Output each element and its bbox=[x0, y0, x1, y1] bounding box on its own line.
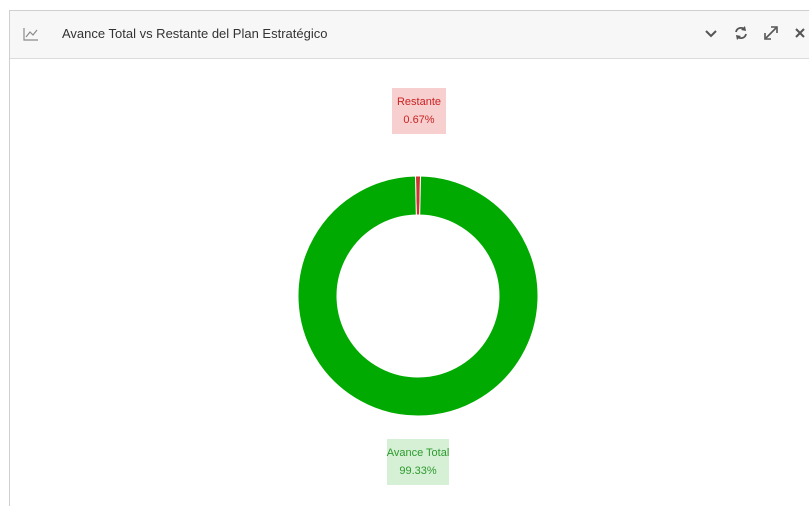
refresh-icon bbox=[735, 26, 747, 40]
line-chart-icon bbox=[23, 28, 38, 41]
donut-chart: Restante 0.67% Avance Total 99.33% bbox=[297, 88, 539, 485]
close-icon bbox=[795, 28, 805, 38]
close-button[interactable] bbox=[792, 24, 808, 42]
data-label-background bbox=[387, 439, 449, 485]
refresh-button[interactable] bbox=[732, 24, 750, 42]
expand-button[interactable] bbox=[762, 24, 780, 42]
data-label-value: 99.33% bbox=[399, 465, 437, 477]
data-label-value: 0.67% bbox=[403, 114, 434, 126]
data-label-category: Restante bbox=[397, 96, 441, 108]
data-label-restante: Restante 0.67% bbox=[392, 88, 446, 134]
data-label-avance-total: Avance Total 99.33% bbox=[387, 439, 450, 485]
chart-widget: Avance Total vs Restante del Plan Estrat… bbox=[9, 10, 809, 506]
collapse-button[interactable] bbox=[702, 24, 720, 42]
widget-header: Avance Total vs Restante del Plan Estrat… bbox=[10, 11, 809, 59]
widget-title: Avance Total vs Restante del Plan Estrat… bbox=[62, 26, 328, 41]
chevron-down-icon bbox=[705, 30, 717, 38]
chart-area: Restante 0.67% Avance Total 99.33% bbox=[10, 59, 809, 506]
data-label-background bbox=[392, 88, 446, 134]
expand-icon bbox=[764, 26, 778, 40]
data-label-category: Avance Total bbox=[387, 447, 450, 459]
